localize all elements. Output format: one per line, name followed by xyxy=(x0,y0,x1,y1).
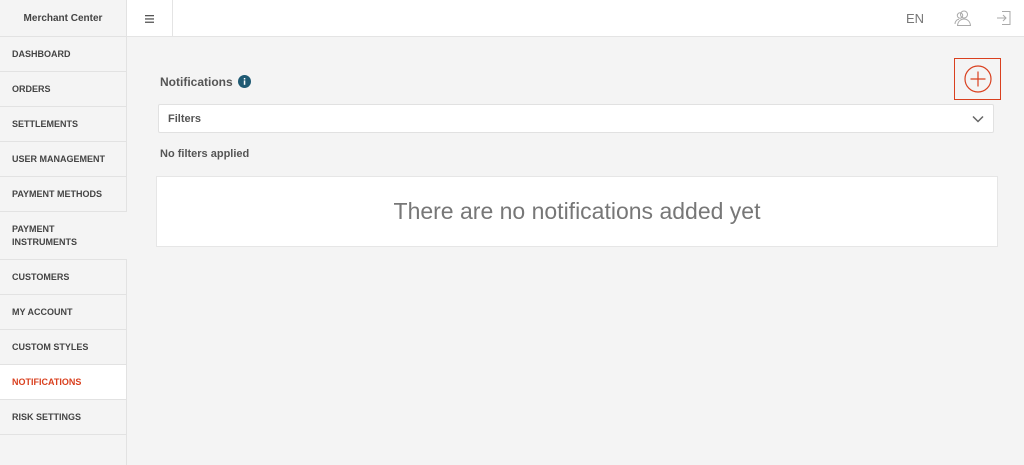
sidebar-item-user-management[interactable]: USER MANAGEMENT xyxy=(0,142,126,177)
empty-state-message: There are no notifications added yet xyxy=(393,198,761,224)
sidebar-item-settlements[interactable]: SETTLEMENTS xyxy=(0,107,126,142)
add-circle-icon xyxy=(963,65,992,93)
sidebar-item-payment-methods[interactable]: PAYMENT METHODS xyxy=(0,177,126,212)
info-icon[interactable] xyxy=(238,75,251,88)
sidebar-item-notifications[interactable]: NOTIFICATIONS xyxy=(0,365,126,400)
page-title: Notifications xyxy=(160,75,233,89)
user-icon[interactable] xyxy=(954,9,972,27)
sidebar-item-payment-instruments[interactable]: PAYMENT INSTRUMENTS xyxy=(0,212,127,260)
filters-label: Filters xyxy=(168,112,202,125)
hamburger-icon xyxy=(145,14,154,23)
sidebar-item-label: PAYMENT INSTRUMENTS xyxy=(12,223,77,247)
logout-icon[interactable] xyxy=(996,10,1012,26)
sidebar-item-dashboard[interactable]: DASHBOARD xyxy=(0,37,126,72)
sidebar-item-my-account[interactable]: MY ACCOUNT xyxy=(0,295,126,330)
chevron-down-icon xyxy=(972,115,984,123)
sidebar-item-risk-settings[interactable]: RISK SETTINGS xyxy=(0,400,126,435)
menu-toggle-button[interactable] xyxy=(127,0,173,37)
empty-state-card: There are no notifications added yet xyxy=(156,176,998,247)
add-notification-button[interactable] xyxy=(954,58,1001,100)
sidebar-item-customers[interactable]: CUSTOMERS xyxy=(0,260,126,295)
sidebar-item-orders[interactable]: ORDERS xyxy=(0,72,126,107)
sidebar-item-custom-styles[interactable]: CUSTOM STYLES xyxy=(0,330,126,365)
language-selector[interactable]: EN xyxy=(906,0,924,37)
filters-dropdown[interactable]: Filters xyxy=(158,104,994,133)
filters-status: No filters applied xyxy=(160,148,250,160)
app-title: Merchant Center xyxy=(0,0,126,37)
top-bar: EN xyxy=(127,0,1024,37)
sidebar: Merchant Center DASHBOARD ORDERS SETTLEM… xyxy=(0,0,127,465)
